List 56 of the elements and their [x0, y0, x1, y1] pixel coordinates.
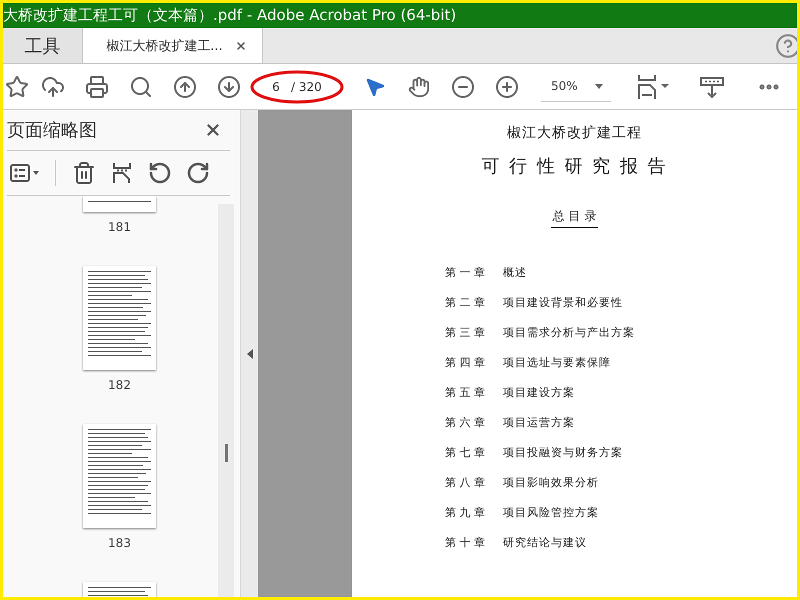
chapter-number: 第 三 章 [445, 324, 486, 340]
chapter-title: 概述 [503, 264, 527, 280]
panel-title: 页面缩略图 [7, 119, 97, 142]
toc-heading: 总 目 录 [550, 208, 598, 228]
hand-icon[interactable] [408, 76, 430, 98]
fit-page-icon[interactable] [636, 74, 670, 100]
chapter-title: 研究结论与建议 [503, 534, 587, 550]
chapter-number: 第 五 章 [445, 384, 486, 400]
chapter-number: 第 四 章 [445, 354, 486, 370]
help-icon[interactable] [775, 32, 797, 58]
star-icon[interactable] [5, 74, 29, 98]
rotate-clockwise-icon[interactable] [186, 161, 210, 185]
zoom-dropdown[interactable]: 50% [541, 72, 611, 102]
trash-icon[interactable] [72, 161, 96, 185]
chapter-number: 第 八 章 [445, 474, 486, 490]
list-options-icon[interactable] [10, 164, 40, 182]
scrollbar-thumb[interactable] [224, 444, 228, 462]
collapse-arrow-icon[interactable] [246, 348, 252, 358]
page-thumbnail[interactable] [83, 266, 156, 370]
page-number-label: 183 [108, 536, 131, 550]
chapter-title: 项目建设方案 [503, 384, 575, 400]
chapter-title: 项目风险管控方案 [503, 504, 599, 520]
page-thumbnail[interactable] [83, 196, 156, 212]
chapter-number: 第 一 章 [445, 264, 486, 280]
search-icon[interactable] [129, 74, 153, 98]
project-name: 椒江大桥改扩建工程 [506, 124, 643, 142]
chapter-number: 第 六 章 [445, 414, 486, 430]
page-number-label: 182 [108, 378, 131, 392]
chapter-title: 项目选址与要素保障 [503, 354, 611, 370]
chapter-title: 项目运营方案 [503, 414, 575, 430]
chapter-number: 第 十 章 [445, 534, 486, 550]
chapter-number: 第 二 章 [445, 294, 486, 310]
window-title: 大桥改扩建工程工可（文本篇）.pdf - Adobe Acrobat Pro (64-bit) [3, 3, 797, 28]
zoom-in-icon[interactable] [495, 74, 519, 98]
report-title: 可 行 性 研 究 报 告 [480, 155, 669, 178]
document-tab[interactable]: 工具 [3, 28, 83, 63]
chapter-title: 项目建设背景和必要性 [503, 294, 623, 310]
close-icon[interactable] [234, 40, 247, 52]
page-thumbnail[interactable] [83, 424, 156, 528]
page-total: / 320 [291, 80, 322, 94]
chapter-title: 项目影响效果分析 [503, 474, 599, 490]
document-tab[interactable]: 椒江大桥改扩建工... [83, 28, 263, 63]
page-number-field[interactable]: 6 [255, 80, 291, 94]
chapter-title: 项目投融资与财务方案 [503, 444, 623, 460]
keyboard-down-icon[interactable] [700, 74, 724, 98]
extract-page-icon[interactable] [112, 162, 132, 184]
chapter-title: 项目需求分析与产出方案 [503, 324, 635, 340]
caret-icon [595, 84, 603, 88]
chapter-number: 第 七 章 [445, 444, 486, 460]
cloud-upload-icon[interactable] [41, 74, 65, 98]
print-icon[interactable] [85, 74, 109, 98]
zoom-out-icon[interactable] [451, 74, 475, 98]
page-number-label: 181 [108, 220, 131, 234]
pointer-icon[interactable] [364, 76, 386, 98]
chapter-number: 第 九 章 [445, 504, 486, 520]
rotate-counterclockwise-icon[interactable] [148, 161, 172, 185]
